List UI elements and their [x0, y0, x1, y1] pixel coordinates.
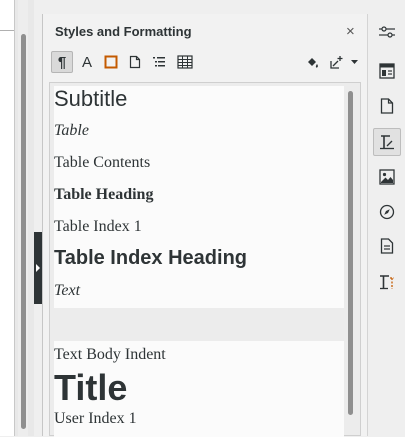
- new-style-from-selection-icon: [329, 55, 342, 69]
- character-styles-button[interactable]: A: [77, 51, 97, 73]
- list-item-table-contents[interactable]: Table Contents: [54, 154, 150, 172]
- character-styles-icon: A: [81, 53, 92, 71]
- panel-title: Styles and Formatting: [55, 24, 192, 39]
- fill-format-mode-icon: [307, 57, 318, 68]
- list-item-table[interactable]: Table: [54, 122, 89, 140]
- close-icon[interactable]: ×: [346, 23, 355, 40]
- paragraph-styles-icon: ¶: [57, 53, 67, 71]
- list-item-title[interactable]: Title: [54, 367, 127, 409]
- frame-styles-icon: [104, 55, 118, 69]
- styles-icon: [380, 135, 394, 150]
- paragraph-styles-button[interactable]: ¶: [51, 51, 73, 73]
- new-style-from-selection-button[interactable]: [326, 51, 346, 73]
- list-item-table-heading[interactable]: Table Heading: [54, 186, 153, 204]
- styles-list-scrollbar-thumb[interactable]: [348, 91, 353, 415]
- fill-format-mode-button[interactable]: [302, 51, 322, 73]
- page-styles-icon: [129, 55, 141, 69]
- table-styles-button[interactable]: [174, 51, 196, 73]
- collapse-sidebar-icon[interactable]: [36, 264, 40, 272]
- sidebar-settings-button[interactable]: [373, 18, 401, 46]
- list-item-subtitle[interactable]: Subtitle: [54, 86, 127, 112]
- page-styles-button[interactable]: [125, 51, 145, 73]
- styles-list[interactable]: Subtitle Table Table Contents Table Head…: [49, 82, 361, 437]
- sidebar-tabbar: [367, 14, 405, 436]
- tab-navigator[interactable]: [373, 198, 401, 226]
- tab-page[interactable]: [373, 92, 401, 120]
- tab-manage-changes[interactable]: [373, 232, 401, 260]
- styles-deck: Styles and Formatting × ¶ A Subtitle Tab…: [43, 14, 367, 437]
- properties-icon: [379, 63, 395, 79]
- navigator-icon: [379, 204, 395, 220]
- tab-gallery[interactable]: [373, 163, 401, 191]
- list-item-table-index-heading[interactable]: Table Index Heading: [54, 247, 247, 270]
- manage-changes-icon: [380, 238, 394, 254]
- document-page[interactable]: [0, 0, 15, 436]
- tab-styles[interactable]: [373, 128, 401, 156]
- list-item-text[interactable]: Text: [54, 282, 80, 300]
- gallery-icon: [379, 169, 395, 185]
- document-page-margin-line: [0, 30, 14, 31]
- tab-design[interactable]: [373, 268, 401, 296]
- style-actions-dropdown[interactable]: [348, 51, 360, 73]
- table-styles-icon: [177, 55, 193, 69]
- page-icon: [380, 98, 394, 114]
- document-scrollbar-thumb[interactable]: [21, 34, 26, 429]
- dropdown-arrow-icon: [350, 59, 358, 64]
- list-item-text-body-indent[interactable]: Text Body Indent: [54, 346, 166, 364]
- frame-styles-button[interactable]: [101, 51, 121, 73]
- list-item-user-index-1[interactable]: User Index 1: [54, 410, 137, 428]
- list-item-table-index-1[interactable]: Table Index 1: [54, 218, 142, 236]
- tab-properties[interactable]: [373, 57, 401, 85]
- design-icon: [380, 275, 394, 290]
- list-styles-icon: [153, 57, 165, 67]
- list-styles-button[interactable]: [149, 51, 169, 73]
- sidebar-settings-icon: [379, 26, 395, 38]
